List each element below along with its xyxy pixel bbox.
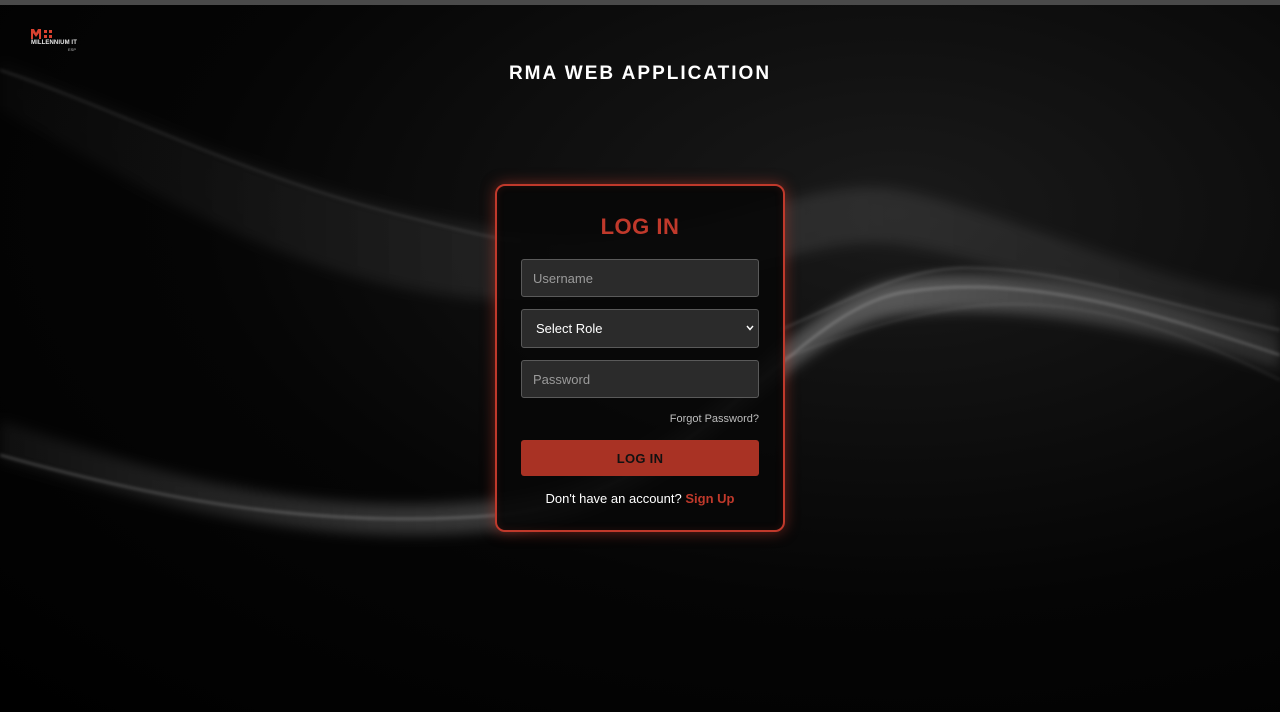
signup-prompt-text: Don't have an account? — [545, 491, 686, 506]
signup-prompt: Don't have an account? Sign Up — [497, 491, 783, 506]
login-button[interactable]: LOG IN — [521, 440, 759, 476]
role-select[interactable]: Select Role — [521, 309, 759, 348]
chevron-down-icon — [746, 325, 754, 331]
login-title: LOG IN — [600, 214, 680, 239]
role-select-value: Select Role — [536, 321, 603, 336]
password-input[interactable] — [521, 360, 759, 398]
app-title: RMA WEB APPLICATION — [508, 63, 772, 84]
username-input[interactable] — [521, 259, 759, 297]
millennium-it-logo-icon — [31, 29, 52, 39]
company-logo: MILLENNIUM IT ESP — [30, 28, 78, 54]
signup-link[interactable]: Sign Up — [685, 491, 734, 506]
forgot-password-link[interactable]: Forgot Password? — [670, 413, 759, 425]
logo-sub-text: ESP — [68, 47, 77, 52]
login-card: LOG IN Select Role Forgot Password? LOG … — [495, 184, 785, 532]
login-page: MILLENNIUM IT ESP RMA WEB APPLICATION LO… — [0, 0, 1280, 712]
logo-brand-text: MILLENNIUM IT — [31, 40, 77, 46]
